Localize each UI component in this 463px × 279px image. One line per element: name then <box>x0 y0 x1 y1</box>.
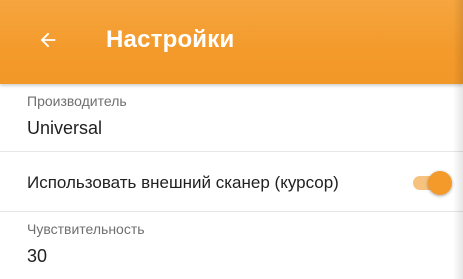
manufacturer-value: Universal <box>27 118 103 138</box>
toggle-thumb <box>428 171 452 195</box>
sensitivity-label: Чувствительность <box>27 221 145 237</box>
external-scanner-label: Использовать внешний сканер (курсор) <box>27 173 339 192</box>
setting-sensitivity[interactable]: Чувствительность 30 <box>0 212 463 279</box>
page-title: Настройки <box>106 26 235 53</box>
sensitivity-value: 30 <box>27 246 48 266</box>
settings-screen: Настройки Производитель Universal Исполь… <box>0 0 463 279</box>
settings-list: Производитель Universal Использовать вне… <box>0 84 463 279</box>
app-bar: Настройки <box>0 0 463 84</box>
setting-external-scanner[interactable]: Использовать внешний сканер (курсор) <box>0 152 463 212</box>
external-scanner-toggle[interactable] <box>411 171 452 195</box>
back-button[interactable] <box>28 20 68 60</box>
manufacturer-label: Производитель <box>27 93 127 109</box>
setting-manufacturer[interactable]: Производитель Universal <box>0 84 463 152</box>
arrow-left-icon <box>40 32 56 48</box>
